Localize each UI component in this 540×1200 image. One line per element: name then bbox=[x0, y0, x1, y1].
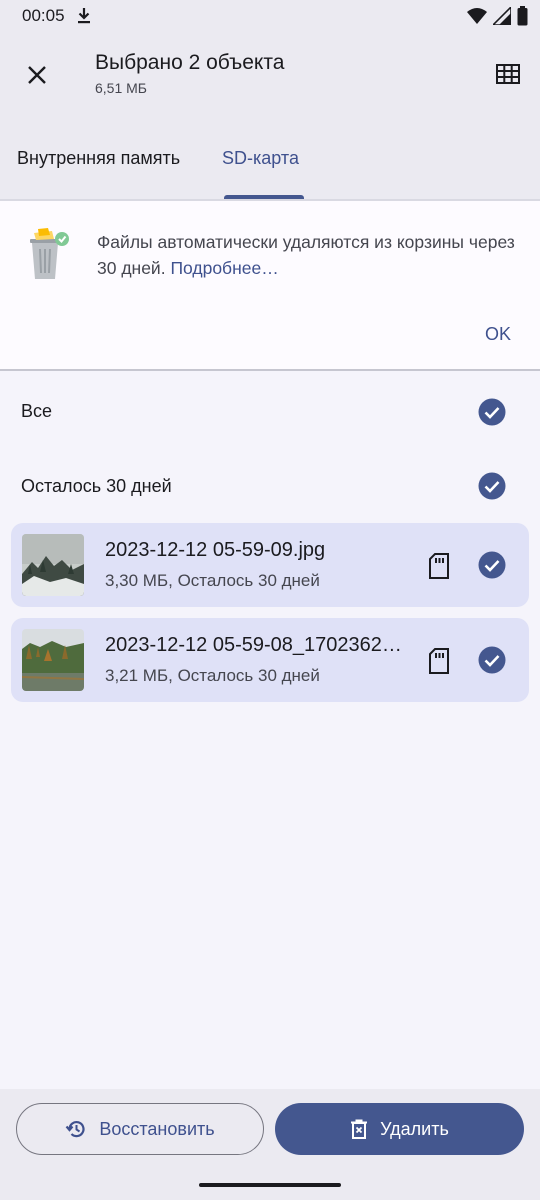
file-item[interactable]: 2023-12-12 05-59-09.jpg 3,30 МБ, Осталос… bbox=[11, 523, 529, 607]
info-divider bbox=[0, 369, 540, 371]
file-thumbnail bbox=[22, 534, 84, 596]
select-all-checkbox[interactable] bbox=[478, 398, 506, 426]
group-header-label: Осталось 30 дней bbox=[21, 476, 172, 496]
delete-button[interactable]: Удалить bbox=[275, 1103, 524, 1155]
learn-more-link[interactable]: Подробнее… bbox=[170, 258, 278, 278]
download-icon bbox=[78, 8, 90, 24]
tab-sd-card[interactable]: SD-карта bbox=[222, 148, 299, 169]
file-thumbnail bbox=[22, 629, 84, 691]
status-time: 00:05 bbox=[22, 6, 65, 25]
file-checkbox[interactable] bbox=[478, 551, 506, 579]
selection-title: Выбрано 2 объекта bbox=[95, 51, 285, 74]
trash-bin-icon bbox=[30, 228, 69, 279]
grid-view-icon bbox=[496, 64, 520, 84]
close-selection-button[interactable] bbox=[20, 58, 54, 92]
restore-history-icon bbox=[66, 1121, 85, 1138]
delete-button-label: Удалить bbox=[380, 1118, 449, 1139]
sd-card-icon bbox=[429, 648, 449, 674]
delete-forever-icon bbox=[351, 1119, 368, 1139]
file-meta: 3,21 МБ, Осталось 30 дней bbox=[105, 666, 320, 685]
file-name: 2023-12-12 05-59-08_1702362… bbox=[105, 634, 402, 656]
selection-header: Выбрано 2 объекта 6,51 МБ Внутренняя пам… bbox=[0, 32, 540, 200]
file-name: 2023-12-12 05-59-09.jpg bbox=[105, 539, 326, 561]
auto-delete-info-text: Файлы автоматически удаляются из корзины… bbox=[97, 229, 522, 281]
home-indicator[interactable] bbox=[199, 1183, 341, 1187]
status-icons bbox=[467, 6, 528, 26]
bottom-action-bar: Восстановить Удалить bbox=[0, 1089, 540, 1200]
signal-icon bbox=[493, 7, 511, 25]
grid-view-button[interactable] bbox=[494, 60, 522, 88]
sd-card-icon bbox=[429, 553, 449, 579]
file-checkbox[interactable] bbox=[478, 646, 506, 674]
select-all-label: Все bbox=[21, 401, 53, 421]
file-item[interactable]: 2023-12-12 05-59-08_1702362… 3,21 МБ, Ос… bbox=[11, 618, 529, 702]
wifi-icon bbox=[467, 8, 487, 24]
info-message: Файлы автоматически удаляются из корзины… bbox=[97, 232, 515, 278]
group-select-checkbox[interactable] bbox=[478, 472, 506, 500]
battery-icon bbox=[517, 6, 528, 26]
auto-delete-info-card: Файлы автоматически удаляются из корзины… bbox=[0, 201, 540, 369]
status-bar: 00:05 bbox=[0, 0, 540, 32]
tab-internal-storage[interactable]: Внутренняя память bbox=[17, 148, 180, 169]
restore-button-label: Восстановить bbox=[99, 1118, 215, 1139]
ok-button[interactable]: OK bbox=[485, 324, 511, 345]
selection-size: 6,51 МБ bbox=[95, 80, 147, 96]
file-meta: 3,30 МБ, Осталось 30 дней bbox=[105, 571, 320, 590]
close-icon bbox=[28, 66, 46, 84]
restore-button[interactable]: Восстановить bbox=[16, 1103, 264, 1155]
storage-tabs: Внутренняя память SD-карта bbox=[0, 132, 540, 200]
